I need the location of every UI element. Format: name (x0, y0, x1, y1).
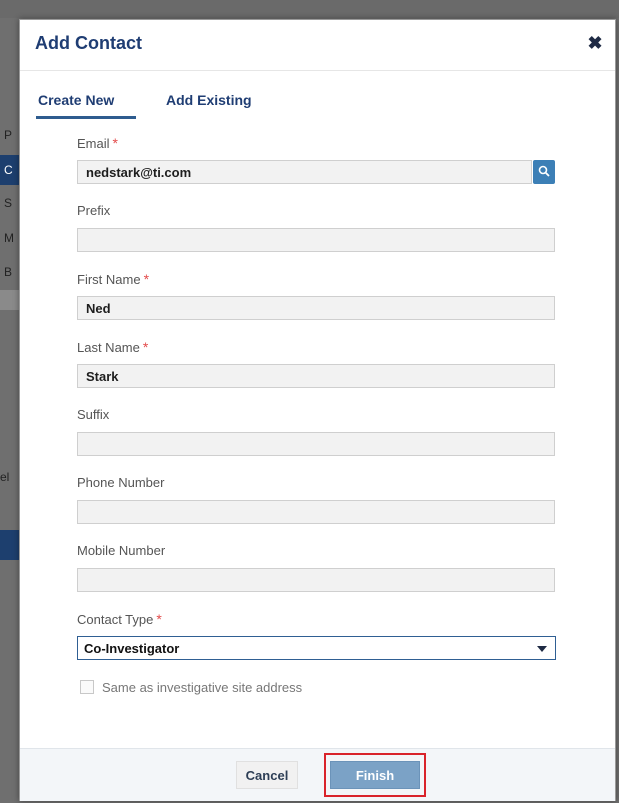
contact-type-value: Co-Investigator (84, 641, 180, 656)
phone-number-label: Phone Number (77, 475, 165, 490)
first-name-label-text: First Name (77, 272, 141, 287)
chevron-down-icon (537, 646, 547, 652)
tab-label: Add Existing (166, 92, 252, 108)
phone-number-field[interactable] (77, 500, 555, 524)
background-text: S (4, 196, 13, 210)
tab-label: Create New (38, 92, 115, 108)
add-contact-dialog: Add Contact ✖ Create New Add Existing Em… (19, 19, 616, 801)
tab-add-existing[interactable]: Add Existing (166, 92, 252, 108)
background-text: B (4, 265, 13, 279)
contact-type-label: Contact Type * (77, 611, 162, 627)
email-search-button[interactable] (533, 160, 555, 184)
background-text: M (4, 231, 14, 245)
first-name-field[interactable] (77, 296, 555, 320)
background-text: P (4, 128, 13, 142)
last-name-field[interactable] (77, 364, 555, 388)
same-address-checkbox[interactable] (80, 680, 94, 694)
mobile-number-label: Mobile Number (77, 543, 166, 558)
cancel-button[interactable]: Cancel (236, 761, 298, 789)
prefix-label: Prefix (77, 203, 111, 218)
background-row (0, 530, 19, 560)
finish-button[interactable]: Finish (330, 761, 420, 789)
dialog-header: Add Contact ✖ (20, 20, 615, 71)
suffix-label: Suffix (77, 407, 110, 422)
contact-type-label-text: Contact Type (77, 612, 154, 627)
last-name-label-text: Last Name (77, 340, 140, 355)
required-marker: * (142, 339, 149, 355)
first-name-label: First Name * (77, 271, 149, 287)
tab-create-new[interactable]: Create New (36, 92, 136, 119)
mobile-number-field[interactable] (77, 568, 555, 592)
prefix-field[interactable] (77, 228, 555, 252)
suffix-field[interactable] (77, 432, 555, 456)
email-label-text: Email (77, 136, 110, 151)
background-text: C (4, 163, 13, 177)
background-text: el (0, 470, 10, 484)
last-name-label: Last Name * (77, 339, 148, 355)
background-strip (0, 0, 619, 18)
same-address-label: Same as investigative site address (102, 680, 303, 695)
email-field[interactable] (77, 160, 532, 184)
dialog-title: Add Contact (35, 33, 142, 53)
required-marker: * (156, 611, 162, 627)
close-icon[interactable]: ✖ (585, 33, 605, 53)
required-marker: * (112, 135, 118, 151)
dialog-footer: Cancel Finish (20, 748, 615, 801)
background-row (0, 290, 19, 310)
required-marker: * (143, 271, 150, 287)
contact-type-select[interactable]: Co-Investigator (77, 636, 556, 660)
search-icon (538, 165, 550, 177)
email-label: Email * (77, 135, 118, 151)
